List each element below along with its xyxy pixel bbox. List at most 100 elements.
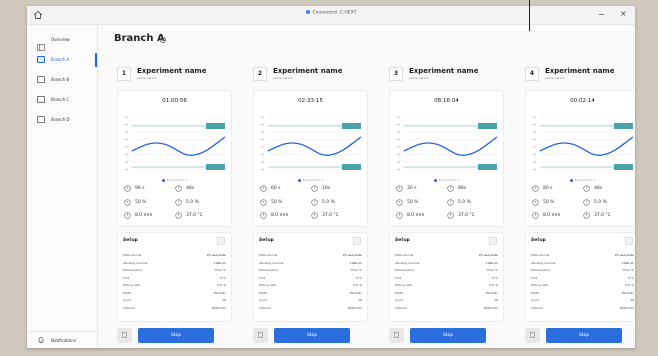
setup-value: 1000 µL <box>485 260 498 265</box>
setup-key: CO2 <box>123 275 130 280</box>
minimize-button[interactable]: − <box>598 11 605 19</box>
stop-button[interactable]: Stop <box>410 328 486 343</box>
close-button[interactable]: × <box>620 10 627 18</box>
setup-value: 2000 min <box>619 305 634 310</box>
setup-value: 10 <box>494 298 498 302</box>
ruler-icon <box>396 212 403 219</box>
setup-row: Interval 2000 min <box>395 306 498 311</box>
setup-value: 1000 µL <box>349 260 362 265</box>
setup-row: CO2 5 % <box>123 276 226 281</box>
setup-key: Plate format <box>531 253 550 257</box>
setup-key: Cycle <box>259 298 268 302</box>
y-tick-mark <box>533 116 536 118</box>
sidebar-item-branch-a[interactable]: Branch A <box>27 53 97 67</box>
metric-volume: 48s <box>175 185 225 193</box>
monitor-card: 01:00:56 Experiment 1 90 s 48s 50 % 5.0 % 8.0 … <box>117 90 232 227</box>
setup-row: Mode Periodic <box>123 291 226 296</box>
setup-row: Plate format 24 well plate <box>259 253 362 258</box>
setup-key: Mode <box>123 290 132 295</box>
stop-button[interactable]: Stop <box>274 328 350 343</box>
gauge-icon <box>532 199 539 206</box>
setup-value: 5.0 % <box>217 283 226 287</box>
y-tick-mark <box>397 161 400 163</box>
metric-value: 8.0 mm <box>407 213 425 218</box>
sidebar-item-label: Branch A <box>51 57 70 62</box>
experiment-header: 1 Experiment name Setup values <box>109 56 236 88</box>
metric-pct_b: 5.0 % <box>311 199 361 207</box>
edit-setup-icon[interactable] <box>353 237 361 245</box>
co2-icon <box>311 199 318 206</box>
monitor-card: 00:02:14 Experiment 1 80 s 48s 50 % 5.0 % 8.0 … <box>525 90 635 227</box>
thermometer-icon <box>583 212 590 219</box>
setup-key: Interval <box>259 305 271 310</box>
edit-setup-icon[interactable] <box>625 237 633 245</box>
y-tick-mark <box>533 138 536 141</box>
setup-row: Temperature 37.0 °C <box>259 268 362 273</box>
setup-key: Working Volume <box>123 260 148 265</box>
co2-icon <box>175 199 182 206</box>
control-row: Stop <box>389 326 502 344</box>
setup-key: Temperature <box>395 268 415 272</box>
edit-setup-icon[interactable] <box>217 237 225 245</box>
metric-volume: 10s <box>311 185 361 193</box>
y-tick-mark <box>125 138 128 141</box>
pause-button[interactable] <box>389 328 404 343</box>
setup-key: Mixing rate <box>531 283 548 287</box>
setup-key: Temperature <box>531 268 551 272</box>
experiment-header: 4 Experiment name Setup values <box>517 56 635 88</box>
pause-button[interactable] <box>253 328 268 343</box>
setup-key: Temperature <box>123 268 143 272</box>
setup-row: CO2 5 % <box>395 276 498 281</box>
metric-value: 5.0 % <box>322 200 335 205</box>
sidebar: Overview Branch A Branch B Branch C Branch D… <box>27 25 98 348</box>
setup-key: Mode <box>259 290 268 295</box>
setup-title: Setup <box>395 238 410 243</box>
y-tick-mark <box>397 116 400 118</box>
timer-readout: 08:16:04 <box>434 98 459 104</box>
setup-row: CO2 5 % <box>531 276 634 281</box>
setup-panel: Setup Plate format 24 well plate Working Vo… <box>253 232 368 322</box>
setup-key: Mixing rate <box>259 283 276 287</box>
setup-row: Mixing rate 5.0 % <box>123 283 226 288</box>
setup-value: 24 well plate <box>342 253 362 257</box>
drop-icon <box>583 185 590 192</box>
metric-value: 37.0 °C <box>458 213 475 218</box>
setup-row: CO2 5 % <box>259 276 362 281</box>
edit-setup-icon[interactable] <box>489 237 497 245</box>
sidebar-item-label: Branch B <box>51 77 70 82</box>
sidebar-item-overview[interactable]: Overview <box>27 33 97 51</box>
y-tick-mark <box>261 138 264 141</box>
setup-value: 1000 µL <box>621 260 634 265</box>
y-tick-mark <box>397 138 400 141</box>
clock-icon <box>260 185 267 192</box>
y-tick-mark <box>125 123 128 126</box>
notifications-button[interactable]: Notifications <box>27 331 97 348</box>
setup-key: Mixing rate <box>395 283 412 287</box>
experiment-subtitle: Setup values <box>409 76 429 80</box>
drop-icon <box>175 185 182 192</box>
pause-button[interactable] <box>525 328 540 343</box>
setup-row: Temperature 37.0 °C <box>531 268 634 273</box>
sidebar-item-branch-d[interactable]: Branch D <box>27 113 97 127</box>
setup-value: 24 well plate <box>206 253 226 257</box>
experiment-name: Experiment name <box>409 67 479 75</box>
experiment-column: 3 Experiment name Setup values 08:16:04 Expe… <box>381 56 508 346</box>
gauge-icon <box>260 199 267 206</box>
gauge-icon <box>124 199 131 206</box>
gear-icon[interactable] <box>159 36 167 44</box>
metric-time: 90 s <box>124 185 174 193</box>
stop-button[interactable]: Stop <box>138 328 214 343</box>
display-icon <box>37 96 45 103</box>
y-tick-mark <box>397 168 400 171</box>
setup-row: Cycle 10 <box>395 298 498 303</box>
setup-key: Interval <box>123 305 135 310</box>
sidebar-item-branch-b[interactable]: Branch B <box>27 73 97 87</box>
clock-icon <box>396 185 403 192</box>
metric-time: 60 s <box>260 185 310 193</box>
pause-button[interactable] <box>117 328 132 343</box>
ruler-icon <box>260 212 267 219</box>
display-icon <box>37 116 45 123</box>
sidebar-item-branch-c[interactable]: Branch C <box>27 93 97 107</box>
stop-button[interactable]: Stop <box>546 328 622 343</box>
clock-icon <box>532 185 539 192</box>
